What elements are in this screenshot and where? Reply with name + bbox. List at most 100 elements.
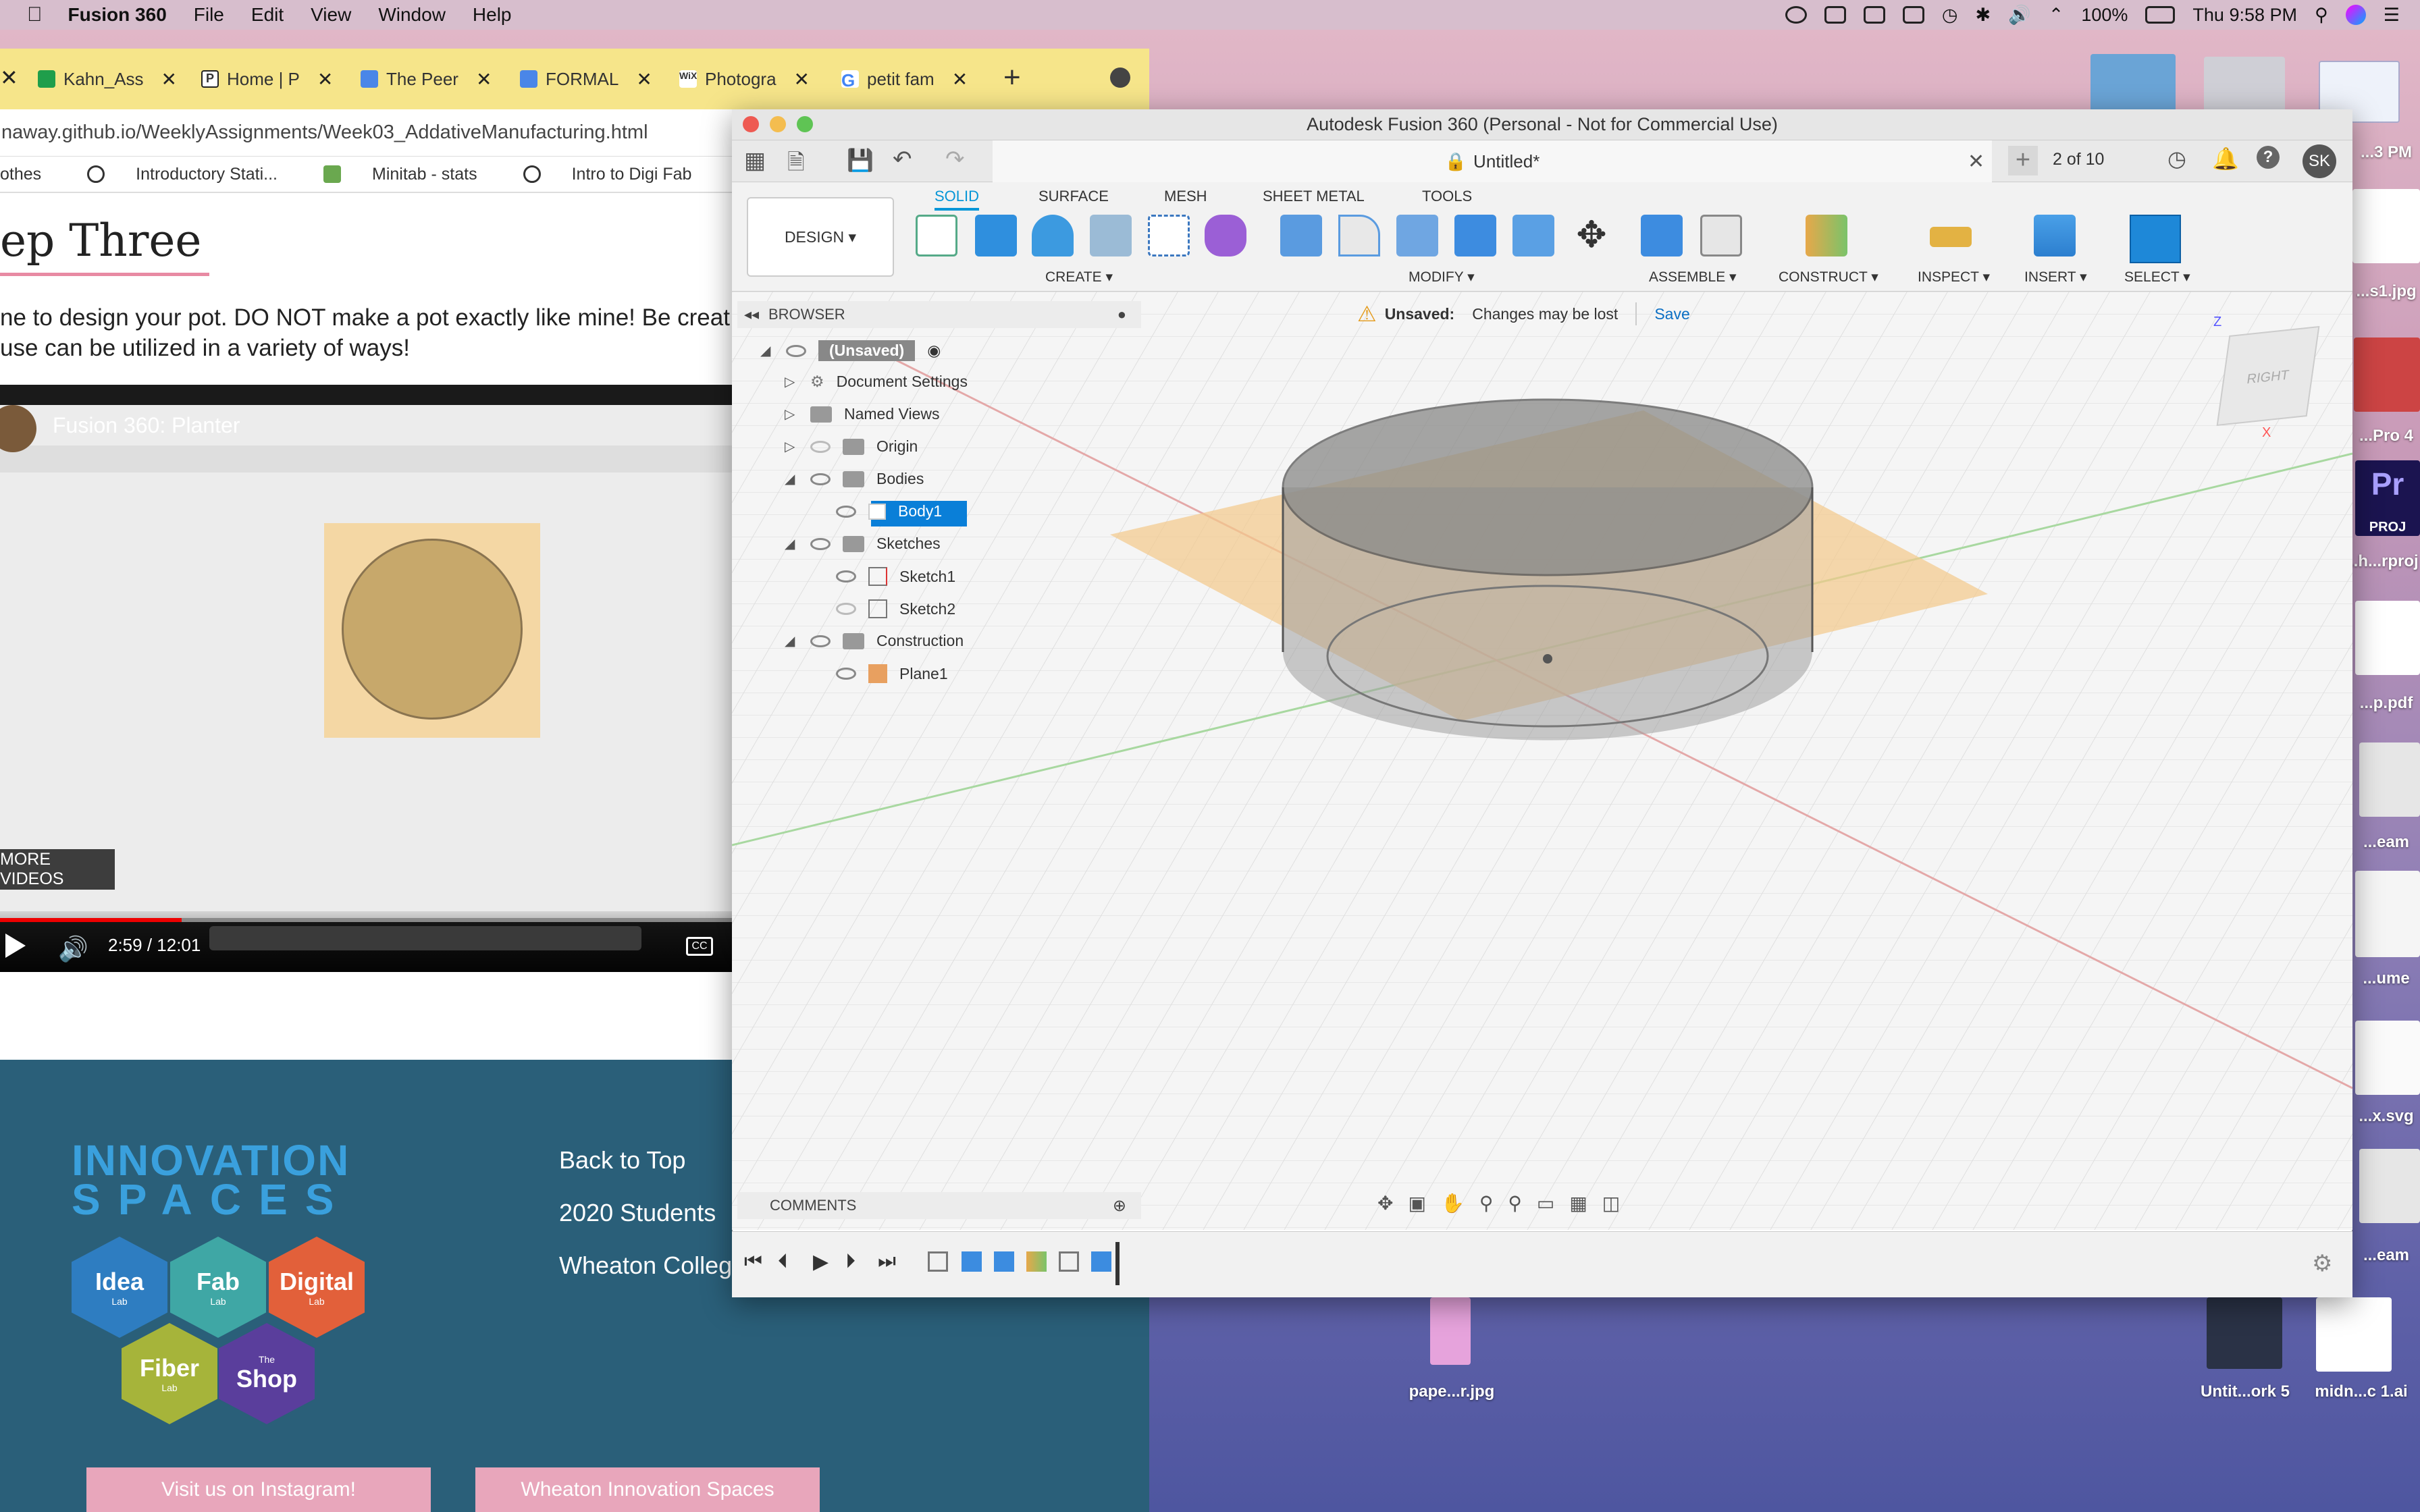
image-thumbnail[interactable] bbox=[2352, 189, 2420, 263]
grid-settings-icon[interactable]: ▦ bbox=[1569, 1192, 1587, 1214]
browser-tab[interactable]: Gpetit fam ✕ bbox=[841, 57, 968, 101]
artwork-thumbnail[interactable] bbox=[2207, 1297, 2282, 1369]
volume-icon[interactable]: 🔊 bbox=[58, 935, 88, 963]
menu-edit[interactable]: Edit bbox=[251, 4, 284, 26]
ai-thumbnail[interactable] bbox=[2316, 1297, 2392, 1372]
tree-item-sketch2[interactable]: Sketch2 bbox=[836, 599, 955, 618]
zoom-icon[interactable]: ⚲ bbox=[1479, 1192, 1494, 1214]
modify-menu[interactable]: MODIFY ▾ bbox=[1409, 269, 1475, 286]
view-cube[interactable]: RIGHT bbox=[2216, 325, 2320, 427]
insert-image-icon[interactable] bbox=[2034, 215, 2076, 256]
step-back-icon[interactable]: ⏴ bbox=[778, 1250, 788, 1273]
more-videos-button[interactable]: MORE VIDEOS bbox=[0, 849, 115, 890]
footer-link-2020-students[interactable]: 2020 Students bbox=[559, 1199, 716, 1227]
tree-item-body1[interactable]: Body1 bbox=[836, 502, 942, 520]
innovation-spaces-logo[interactable]: INNOVATION SPACES bbox=[72, 1139, 351, 1221]
desktop-icon-label[interactable]: ...3 PM bbox=[2352, 143, 2420, 162]
desktop-icon-label[interactable]: ...s1.jpg bbox=[2352, 282, 2420, 301]
clock-icon[interactable]: ◷ bbox=[2167, 146, 2186, 171]
timeline-feature-plane[interactable] bbox=[1026, 1251, 1047, 1272]
desktop-icon-label[interactable]: ...h...rproj bbox=[2343, 552, 2420, 571]
expand-icon[interactable]: ▷ bbox=[785, 438, 798, 455]
comments-panel[interactable]: COMMENTS ⊕ bbox=[737, 1192, 1141, 1219]
browser-tab[interactable]: P Home | P ✕ bbox=[201, 57, 333, 101]
close-tab-icon[interactable]: ✕ bbox=[794, 68, 810, 90]
browser-panel-header[interactable]: ◂◂ BROWSER ● bbox=[737, 301, 1141, 328]
bluetooth-icon[interactable]: ✱ bbox=[1975, 5, 1991, 26]
shell-icon[interactable] bbox=[1454, 215, 1496, 256]
tab-sheet-metal[interactable]: SHEET METAL bbox=[1263, 188, 1365, 205]
collapse-icon[interactable]: ◢ bbox=[760, 342, 774, 359]
tree-root[interactable]: ◢ (Unsaved) ◉ bbox=[760, 340, 941, 361]
hidden-eye-icon[interactable] bbox=[810, 440, 831, 453]
siri-icon[interactable] bbox=[2345, 5, 2366, 25]
create-menu[interactable]: CREATE ▾ bbox=[1045, 269, 1113, 286]
tab-tools[interactable]: TOOLS bbox=[1422, 188, 1472, 205]
timeline-feature-sketch[interactable] bbox=[928, 1251, 948, 1272]
time-machine-icon[interactable]: ◷ bbox=[1942, 5, 1958, 26]
visibility-eye-icon[interactable] bbox=[810, 634, 831, 647]
browser-tab[interactable]: Kahn_Ass ✕ bbox=[38, 57, 177, 101]
disk-icon[interactable] bbox=[2359, 742, 2420, 817]
tab-solid[interactable]: SOLID bbox=[935, 188, 980, 211]
step-forward-icon[interactable]: ⏵ bbox=[845, 1250, 856, 1273]
extrude-icon[interactable] bbox=[975, 215, 1017, 256]
document-tab[interactable]: 🔒 Untitled* bbox=[993, 140, 1992, 182]
close-tab-icon[interactable]: ✕ bbox=[952, 68, 968, 90]
visibility-eye-icon[interactable] bbox=[836, 668, 856, 680]
close-tab-icon[interactable]: ✕ bbox=[636, 68, 652, 90]
file-menu-icon[interactable]: 🗎 bbox=[787, 147, 805, 184]
go-to-end-icon[interactable]: ⏭ bbox=[878, 1250, 896, 1273]
tree-item-document-settings[interactable]: ▷ ⚙ Document Settings bbox=[785, 373, 968, 391]
desktop-icon-label[interactable]: pape...r.jpg bbox=[1391, 1382, 1512, 1401]
zoom-window-button[interactable] bbox=[797, 116, 813, 132]
new-component-icon[interactable] bbox=[1641, 215, 1683, 256]
airplay-icon[interactable] bbox=[1902, 6, 1924, 24]
photo-thumbnail[interactable] bbox=[2204, 57, 2285, 115]
chamfer-icon[interactable] bbox=[1396, 215, 1438, 256]
pan-icon[interactable]: ✋ bbox=[1441, 1192, 1465, 1214]
clock[interactable]: Thu 9:58 PM bbox=[2192, 5, 2297, 26]
select-tool-button[interactable] bbox=[2130, 215, 2181, 263]
select-menu[interactable]: SELECT ▾ bbox=[2124, 269, 2190, 286]
spotlight-icon[interactable]: ⚲ bbox=[2315, 5, 2328, 26]
desktop-icon-label[interactable]: ...x.svg bbox=[2352, 1107, 2420, 1126]
bookmark[interactable]: Intro to Digi Fab bbox=[523, 165, 715, 184]
insert-menu[interactable]: INSERT ▾ bbox=[2024, 269, 2087, 286]
apple-icon[interactable]:  bbox=[27, 3, 43, 26]
redo-icon[interactable]: ↷ bbox=[945, 146, 965, 173]
close-document-icon[interactable]: ✕ bbox=[1968, 150, 1984, 173]
look-at-icon[interactable]: ▣ bbox=[1408, 1192, 1425, 1214]
create-form-icon[interactable] bbox=[1205, 215, 1246, 256]
folder-icon[interactable] bbox=[2090, 54, 2176, 115]
create-sketch-icon[interactable] bbox=[916, 215, 957, 256]
paper-thumbnail[interactable] bbox=[1430, 1297, 1471, 1365]
help-icon[interactable]: ? bbox=[2257, 146, 2280, 169]
battery-percent[interactable]: 100% bbox=[2081, 5, 2128, 26]
tab-surface[interactable]: SURFACE bbox=[1038, 188, 1109, 205]
save-link[interactable]: Save bbox=[1654, 305, 1689, 323]
collapse-icon[interactable]: ◢ bbox=[785, 470, 798, 487]
video-title[interactable]: Fusion 360: Planter bbox=[53, 413, 240, 438]
3d-viewport[interactable] bbox=[732, 292, 2352, 1230]
image-thumbnail[interactable] bbox=[2354, 338, 2420, 412]
play-timeline-icon[interactable]: ▶ bbox=[813, 1250, 828, 1274]
visibility-eye-icon[interactable] bbox=[786, 344, 806, 357]
tree-item-bodies[interactable]: ◢ Bodies bbox=[785, 470, 924, 488]
data-panel-icon[interactable]: ▦ bbox=[744, 147, 766, 174]
creative-cloud-icon[interactable] bbox=[1785, 6, 1807, 24]
tab-menu-icon[interactable] bbox=[1110, 68, 1130, 88]
workspace-switcher[interactable]: DESIGN ▾ bbox=[747, 197, 894, 277]
tree-item-construction[interactable]: ◢ Construction bbox=[785, 632, 964, 650]
footer-link-wheaton[interactable]: Wheaton Colleg bbox=[559, 1251, 732, 1280]
browser-tab[interactable]: WiX Photogra ✕ bbox=[679, 57, 810, 101]
menu-help[interactable]: Help bbox=[473, 4, 512, 26]
tab-mesh[interactable]: MESH bbox=[1164, 188, 1207, 205]
body1-top-face[interactable] bbox=[1282, 398, 1814, 576]
add-comment-icon[interactable]: ⊕ bbox=[1113, 1196, 1126, 1216]
notes-icon[interactable] bbox=[1824, 6, 1846, 24]
construct-menu[interactable]: CONSTRUCT ▾ bbox=[1779, 269, 1878, 286]
browser-tab[interactable]: The Peer ✕ bbox=[361, 57, 492, 101]
tree-item-plane1[interactable]: Plane1 bbox=[836, 664, 948, 683]
close-window-button[interactable] bbox=[743, 116, 759, 132]
